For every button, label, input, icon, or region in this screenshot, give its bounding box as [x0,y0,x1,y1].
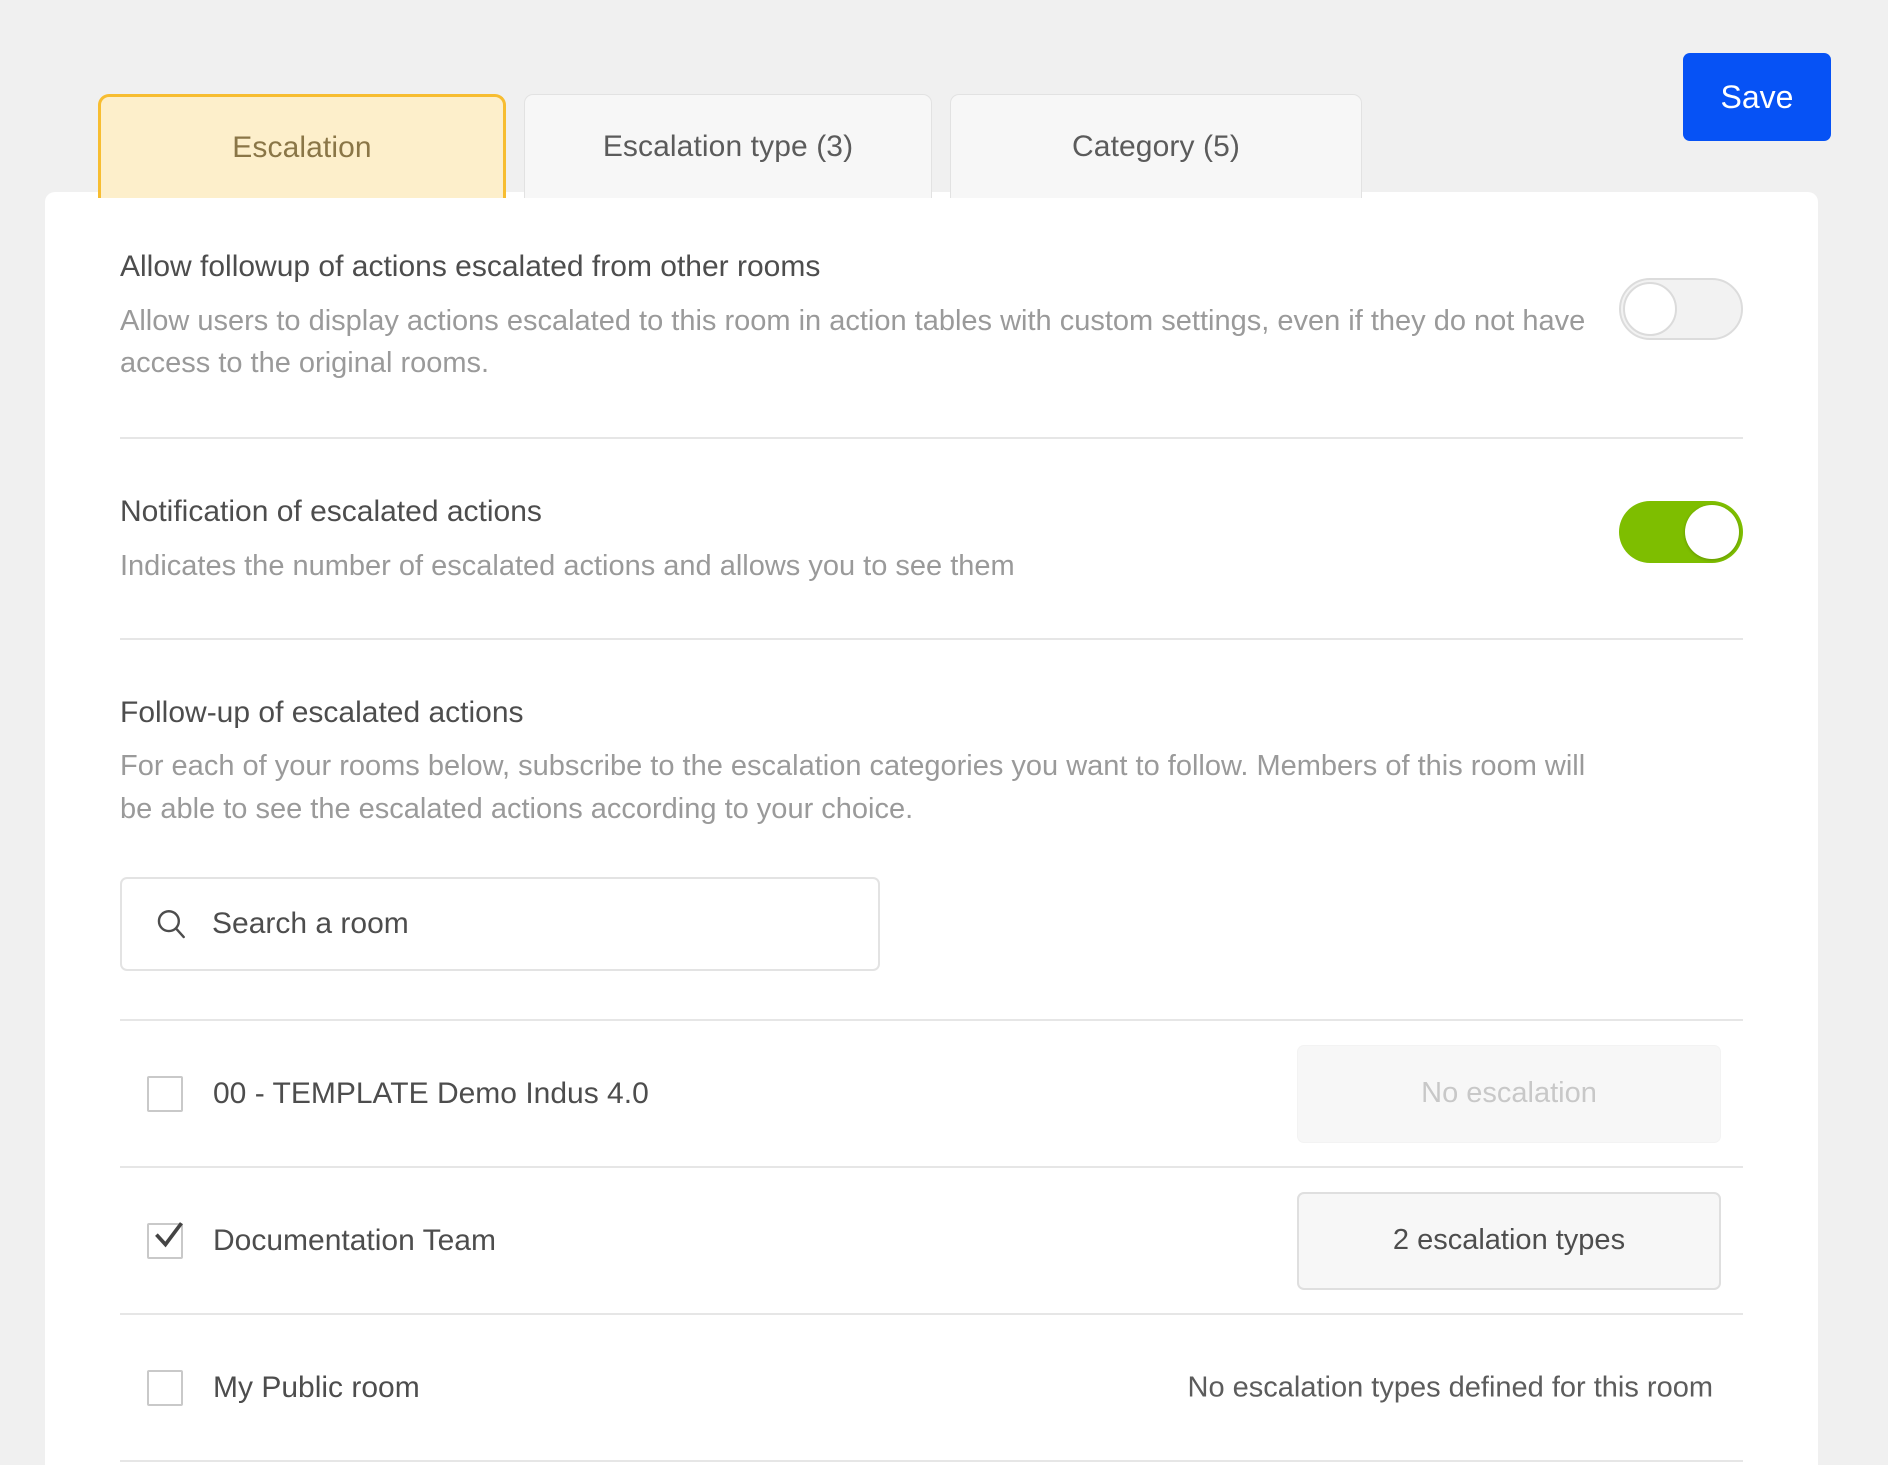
tab-category[interactable]: Category (5) [950,94,1362,198]
search-icon [154,907,188,941]
escalation-status-text: No escalation types defined for this roo… [1187,1371,1714,1404]
setting-allow-followup-texts: Allow followup of actions escalated from… [120,248,1600,385]
setting-allow-followup-title: Allow followup of actions escalated from… [120,250,821,283]
check-icon [155,1221,183,1247]
toggle-knob [1685,505,1739,560]
tab-category-label: Category (5) [1072,129,1240,163]
room-checkbox[interactable] [147,1075,183,1112]
room-name: My Public room [213,1370,420,1404]
tab-escalation[interactable]: Escalation [98,94,506,198]
table-row[interactable]: My Public room No escalation types defin… [120,1315,1743,1460]
room-action: No escalation [1297,1044,1721,1143]
section-followup: Follow-up of escalated actions For each … [120,640,1743,1019]
room-name: 00 - TEMPLATE Demo Indus 4.0 [213,1076,649,1110]
tab-strip: Escalation Escalation type (3) Category … [98,94,1362,198]
table-row[interactable]: 00 - TEMPLATE Demo Indus 4.0 No escalati… [120,1021,1743,1166]
escalation-button[interactable]: 2 escalation types [1297,1191,1721,1290]
save-button[interactable]: Save [1683,53,1831,141]
tab-escalation-type[interactable]: Escalation type (3) [524,94,932,198]
search-room-field[interactable] [120,877,880,972]
section-followup-description: For each of your rooms below, subscribe … [120,750,1586,826]
settings-card-inner: Allow followup of actions escalated from… [120,192,1743,1463]
settings-card: Allow followup of actions escalated from… [45,192,1818,1465]
toggle-knob [1623,282,1677,336]
table-row[interactable]: Documentation Team 2 escalation types [120,1168,1743,1313]
setting-notification-title: Notification of escalated actions [120,495,542,529]
setting-notification-description: Indicates the number of escalated action… [120,549,1015,582]
escalation-button: No escalation [1297,1044,1721,1143]
section-followup-texts: Follow-up of escalated actions For each … [120,694,1600,831]
room-action: No escalation types defined for this roo… [1188,1371,1722,1404]
room-action: 2 escalation types [1297,1191,1721,1290]
tab-escalation-type-label: Escalation type (3) [602,129,854,163]
section-followup-title: Follow-up of escalated actions [120,695,524,729]
top-bar: Escalation Escalation type (3) Category … [0,0,1888,198]
tab-escalation-label: Escalation [232,130,372,164]
setting-allow-followup: Allow followup of actions escalated from… [120,192,1743,437]
room-checkbox[interactable] [147,1221,183,1259]
search-input[interactable] [210,906,814,943]
escalation-button-label: No escalation [1421,1077,1597,1110]
setting-notification-texts: Notification of escalated actions Indica… [120,493,1600,587]
escalation-button-label: 2 escalation types [1392,1224,1626,1257]
room-name: Documentation Team [213,1223,496,1257]
toggle-notification[interactable] [1619,501,1743,564]
toggle-allow-followup[interactable] [1619,278,1743,340]
room-checkbox[interactable] [147,1369,183,1406]
divider [120,1460,1743,1463]
setting-allow-followup-description: Allow users to display actions escalated… [120,304,1586,380]
setting-notification: Notification of escalated actions Indica… [120,439,1743,637]
save-button-label: Save [1720,78,1794,115]
